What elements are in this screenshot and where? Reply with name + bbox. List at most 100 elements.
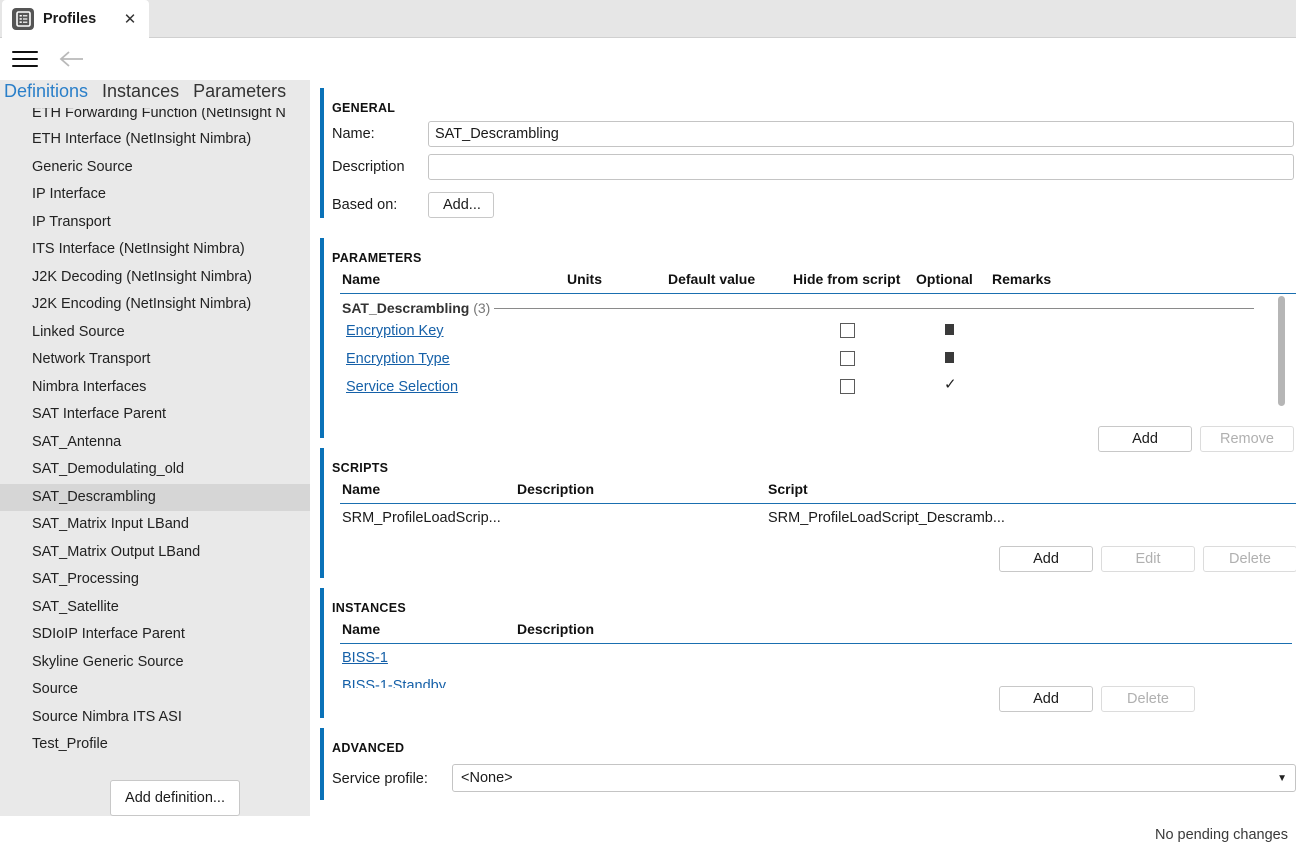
- parameters-body: Name Units Default value Hide from scrip…: [332, 238, 1296, 452]
- sidebar-item-sat-processing[interactable]: SAT_Processing: [0, 566, 310, 594]
- tab-title: Profiles: [43, 11, 97, 27]
- script-row-script[interactable]: SRM_ProfileLoadScript_Descramb...: [768, 510, 1005, 526]
- sidebar-item-test-profile[interactable]: Test_Profile: [0, 731, 310, 759]
- instances-add-button[interactable]: Add: [999, 686, 1093, 712]
- scripts-accent-bar: [320, 448, 324, 578]
- definitions-list[interactable]: ETH Forwarding Function (NetInsight N ET…: [0, 106, 310, 846]
- parameter-optional-mark: [945, 324, 954, 335]
- scripts-header-rule: [340, 503, 1296, 504]
- scripts-delete-button[interactable]: Delete: [1203, 546, 1296, 572]
- scripts-body: Name Description Script SRM_ProfileLoadS…: [332, 448, 1296, 578]
- close-icon[interactable]: ✕: [121, 10, 139, 28]
- parameters-group-row: SAT_Descrambling (3): [342, 300, 490, 316]
- sidebar-tabs: Definitions Instances Parameters: [0, 80, 310, 108]
- instances-col-name: Name: [342, 621, 381, 637]
- sidebar-item-its-interface[interactable]: ITS Interface (NetInsight Nimbra): [0, 236, 310, 264]
- status-bar: No pending changes: [310, 816, 1296, 854]
- parameters-col-optional: Optional: [916, 271, 973, 287]
- general-body: Name: Description Based on: Add...: [332, 88, 1294, 218]
- parameter-optional-mark: [945, 352, 954, 363]
- script-row-name[interactable]: SRM_ProfileLoadScrip...: [342, 510, 501, 526]
- sidebar-item-sat-matrix-output-lband[interactable]: SAT_Matrix Output LBand: [0, 539, 310, 567]
- service-profile-value: <None>: [461, 770, 513, 786]
- sidebar-item-j2k-encoding[interactable]: J2K Encoding (NetInsight Nimbra): [0, 291, 310, 319]
- advanced-body: Service profile: <None> ▼: [332, 728, 1296, 800]
- name-label: Name:: [332, 126, 375, 142]
- tab-profiles[interactable]: Profiles ✕: [2, 0, 149, 38]
- based-on-add-button[interactable]: Add...: [428, 192, 494, 218]
- parameter-hide-from-script-checkbox[interactable]: [840, 351, 855, 366]
- parameters-section: PARAMETERS Name Units Default value Hide…: [320, 238, 1296, 452]
- sidebar-item-linked-source[interactable]: Linked Source: [0, 319, 310, 347]
- sidebar-item-source-nimbra-its-asi[interactable]: Source Nimbra ITS ASI: [0, 704, 310, 732]
- parameters-accent-bar: [320, 238, 324, 438]
- service-profile-label: Service profile:: [332, 771, 428, 787]
- parameters-scrollbar[interactable]: [1278, 296, 1285, 406]
- service-profile-select[interactable]: <None> ▼: [452, 764, 1296, 792]
- instances-accent-bar: [320, 588, 324, 718]
- parameters-col-units: Units: [567, 271, 602, 287]
- instances-body: Name Description BISS-1 BISS-1-Standby A…: [332, 588, 1292, 718]
- sidebar-tab-instances[interactable]: Instances: [102, 80, 179, 102]
- parameter-name-encryption-type[interactable]: Encryption Type: [346, 351, 450, 367]
- document-list-icon: [12, 8, 34, 30]
- sidebar-item-sat-matrix-input-lband[interactable]: SAT_Matrix Input LBand: [0, 511, 310, 539]
- instances-header-rule: [340, 643, 1292, 644]
- left-bottom-filler: [0, 816, 310, 854]
- sidebar-item-sat-antenna[interactable]: SAT_Antenna: [0, 429, 310, 457]
- add-definition-button[interactable]: Add definition...: [110, 780, 240, 816]
- parameter-hide-from-script-checkbox[interactable]: [840, 379, 855, 394]
- sidebar-item-sat-interface-parent[interactable]: SAT Interface Parent: [0, 401, 310, 429]
- instances-delete-button[interactable]: Delete: [1101, 686, 1195, 712]
- parameter-name-encryption-key[interactable]: Encryption Key: [346, 323, 444, 339]
- advanced-accent-bar: [320, 728, 324, 800]
- scripts-add-button[interactable]: Add: [999, 546, 1093, 572]
- scripts-col-script: Script: [768, 481, 808, 497]
- sidebar-item-ip-transport[interactable]: IP Transport: [0, 209, 310, 237]
- sidebar-item-sat-satellite[interactable]: SAT_Satellite: [0, 594, 310, 622]
- status-text: No pending changes: [1154, 827, 1288, 843]
- sidebar-item-skyline-generic-source[interactable]: Skyline Generic Source: [0, 649, 310, 677]
- instances-section: INSTANCES Name Description BISS-1 BISS-1…: [320, 588, 1292, 718]
- sidebar-item-sat-demodulating-old[interactable]: SAT_Demodulating_old: [0, 456, 310, 484]
- sidebar-item-nimbra-interfaces[interactable]: Nimbra Interfaces: [0, 374, 310, 402]
- parameters-group-count: (3): [473, 300, 491, 316]
- parameters-col-remarks: Remarks: [992, 271, 1052, 287]
- sidebar-tab-parameters[interactable]: Parameters: [193, 80, 286, 102]
- description-input[interactable]: [428, 154, 1294, 180]
- scripts-button-row: Add Edit Delete: [999, 546, 1296, 572]
- tab-strip: Profiles ✕: [0, 0, 1296, 38]
- toolbar: [0, 38, 1296, 80]
- scripts-edit-button[interactable]: Edit: [1101, 546, 1195, 572]
- hamburger-menu-icon[interactable]: [12, 47, 38, 71]
- sidebar-item-network-transport[interactable]: Network Transport: [0, 346, 310, 374]
- sidebar-item-sat-descrambling[interactable]: SAT_Descrambling: [0, 483, 310, 511]
- sidebar-item-source[interactable]: Source: [0, 676, 310, 704]
- instances-button-row: Add Delete: [999, 686, 1195, 712]
- scripts-col-name: Name: [342, 481, 381, 497]
- sidebar-item-sdioip-interface-parent[interactable]: SDIoIP Interface Parent: [0, 621, 310, 649]
- parameter-hide-from-script-checkbox[interactable]: [840, 323, 855, 338]
- sidebar-item-eth-forwarding-function[interactable]: ETH Forwarding Function (NetInsight N: [0, 106, 310, 126]
- name-input[interactable]: [428, 121, 1294, 147]
- parameters-header-rule: [340, 293, 1296, 294]
- sidebar-tab-definitions[interactable]: Definitions: [4, 80, 88, 102]
- chevron-down-icon: ▼: [1277, 772, 1287, 784]
- back-arrow-icon[interactable]: [57, 48, 85, 70]
- parameters-group-label: SAT_Descrambling: [342, 300, 470, 316]
- parameter-name-service-selection[interactable]: Service Selection: [346, 379, 458, 395]
- based-on-label: Based on:: [332, 197, 398, 213]
- sidebar-item-generic-source[interactable]: Generic Source: [0, 154, 310, 182]
- advanced-section: ADVANCED Service profile: <None> ▼: [320, 728, 1296, 800]
- parameters-col-hide-from-script: Hide from script: [793, 271, 901, 287]
- scripts-section: SCRIPTS Name Description Script SRM_Prof…: [320, 448, 1296, 578]
- instances-col-description: Description: [517, 621, 595, 637]
- description-label: Description: [332, 159, 405, 175]
- parameters-col-default-value: Default value: [668, 271, 756, 287]
- instance-row-biss-1[interactable]: BISS-1: [342, 650, 388, 666]
- sidebar-item-ip-interface[interactable]: IP Interface: [0, 181, 310, 209]
- parameter-optional-check-icon: ✓: [944, 376, 957, 393]
- sidebar-item-eth-interface[interactable]: ETH Interface (NetInsight Nimbra): [0, 126, 310, 154]
- sidebar-item-j2k-decoding[interactable]: J2K Decoding (NetInsight Nimbra): [0, 264, 310, 292]
- add-definition-bar: Add definition...: [0, 780, 310, 816]
